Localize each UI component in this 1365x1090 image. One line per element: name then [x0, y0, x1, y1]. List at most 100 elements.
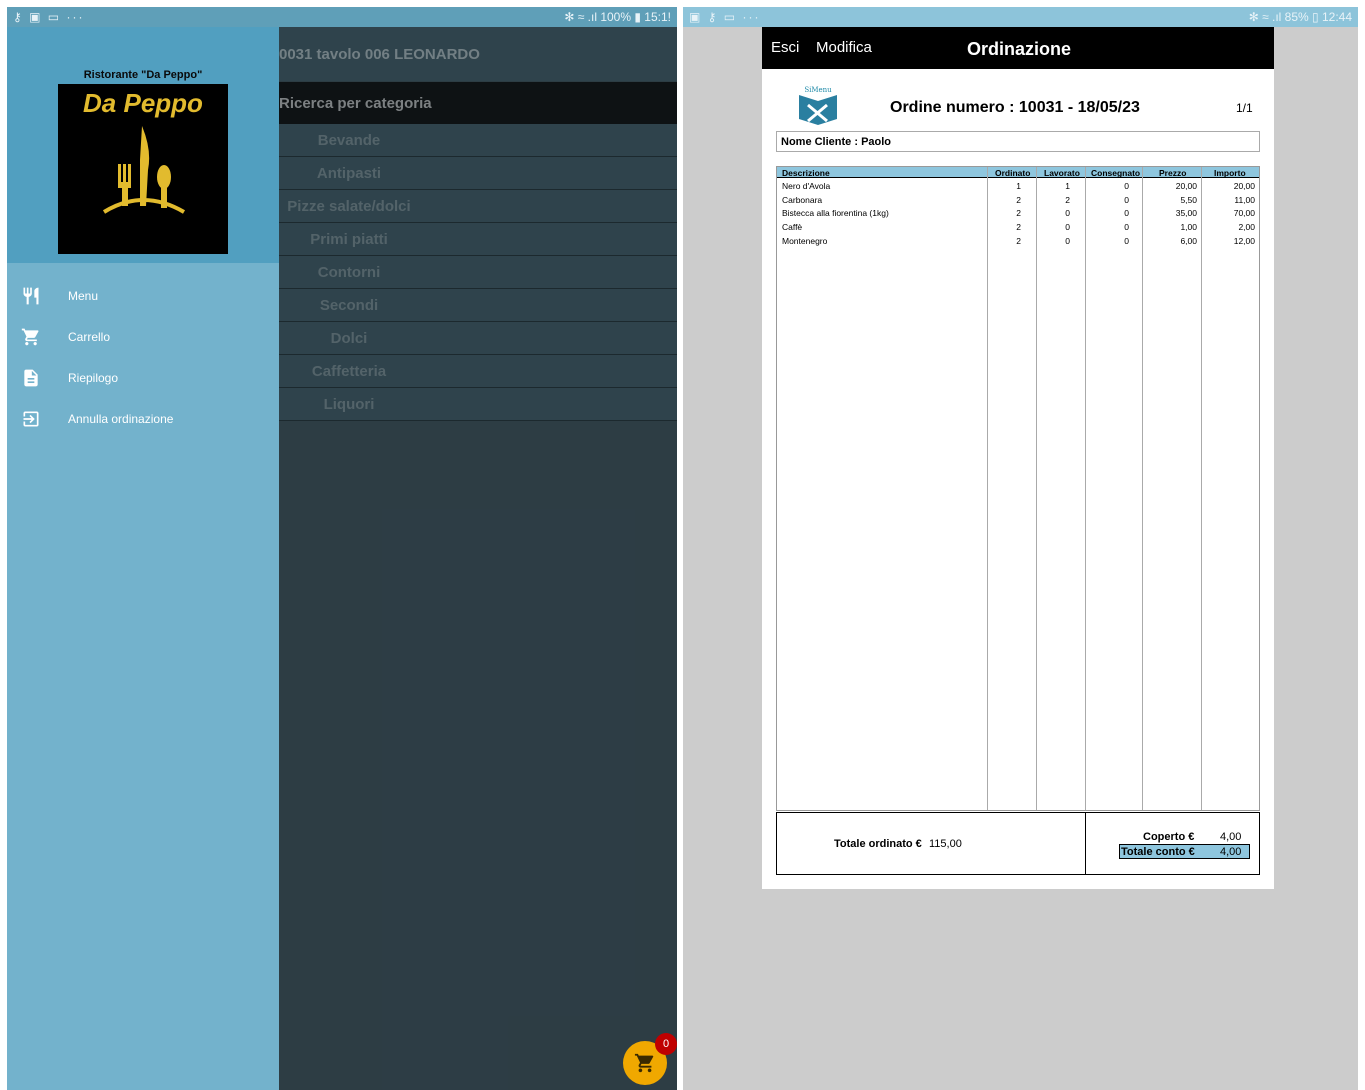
category-label: Bevande	[317, 132, 381, 149]
item-value-cell: 11,00	[1234, 194, 1255, 205]
category-item[interactable]: Liquori	[279, 388, 677, 421]
category-item[interactable]: Secondi	[279, 289, 677, 322]
nav-label: Annulla ordinazione	[68, 412, 174, 426]
column-divider	[987, 167, 988, 810]
column-header: Prezzo	[1159, 168, 1187, 178]
category-list: Bevande Antipasti Pizze salate/dolci Pri…	[279, 124, 677, 421]
category-item[interactable]: Dolci	[279, 322, 677, 355]
item-value-cell: 20,00	[1233, 181, 1255, 191]
category-label: Contorni	[317, 264, 381, 281]
nav-item-carrello[interactable]: Carrello	[7, 317, 279, 358]
order-number-title: Ordine numero : 10031 - 18/05/23	[890, 99, 1140, 116]
exit-icon	[23, 411, 39, 427]
item-value-cell: 0	[1124, 208, 1129, 219]
status-info: ✻ ≈ .ıl 85% ▯ 12:44	[1248, 10, 1352, 24]
cart-icon	[634, 1053, 654, 1073]
category-item[interactable]: Primi piatti	[279, 223, 677, 256]
navigation-drawer: Ristorante "Da Peppo" Da Peppo Menu Carr…	[7, 27, 279, 1090]
category-item[interactable]: Contorni	[279, 256, 677, 289]
page-title: Ordinazione	[967, 39, 1072, 59]
simenu-logo-text: SiMenu	[804, 86, 832, 94]
restaurant-logo: Da Peppo	[58, 84, 228, 254]
item-value-cell: 0	[1124, 194, 1129, 205]
column-header: Importo	[1214, 168, 1246, 178]
column-header: Descrizione	[782, 168, 830, 178]
total-bill-value: 4,00	[1220, 846, 1242, 858]
document-icon	[24, 369, 38, 387]
item-value-cell: 20,00	[1175, 181, 1197, 191]
item-value-cell: 0	[1124, 181, 1129, 191]
item-value-cell: 35,00	[1175, 208, 1197, 219]
customer-name: Nome Cliente : Paolo	[776, 131, 1260, 152]
item-description-cell: Caffè	[782, 222, 803, 233]
exit-button[interactable]: Esci	[771, 39, 799, 56]
category-label: Liquori	[323, 396, 375, 413]
item-value-cell: 1,00	[1180, 222, 1197, 233]
category-label: Antipasti	[316, 165, 382, 182]
category-label: Dolci	[330, 330, 368, 347]
nav-item-riepilogo[interactable]: Riepilogo	[7, 358, 279, 399]
item-value-cell: 0	[1065, 208, 1070, 219]
item-description-cell: Montenegro	[782, 235, 828, 246]
totals-divider	[1085, 813, 1086, 874]
nav-label: Carrello	[68, 330, 111, 344]
item-value-cell: 0	[1065, 235, 1070, 246]
total-bill-label: Totale conto €	[1121, 846, 1195, 858]
status-bar: ▣ ⚷ ▭ ··· ✻ ≈ .ıl 85% ▯ 12:44	[683, 7, 1358, 27]
item-value-cell: 2	[1016, 235, 1021, 246]
simenu-logo: SiMenu	[799, 86, 837, 125]
nav-item-annulla-ordinazione[interactable]: Annulla ordinazione	[7, 399, 279, 440]
column-header: Consegnato	[1091, 168, 1141, 178]
order-receipt: SiMenu Ordine numero : 10031 - 18/05/23 …	[762, 69, 1274, 889]
item-description-cell: Bistecca alla fiorentina (1kg)	[782, 208, 889, 219]
item-value-cell: 1	[1016, 181, 1021, 191]
category-label: Caffetteria	[311, 363, 387, 380]
column-divider	[1036, 167, 1037, 810]
order-toolbar: Esci Modifica Ordinazione	[762, 27, 1274, 69]
restaurant-name: Ristorante "Da Peppo"	[83, 69, 203, 81]
cover-charge-label: Coperto €	[1143, 831, 1195, 843]
category-label: Secondi	[319, 297, 379, 314]
cart-icon	[21, 328, 39, 346]
category-label: Pizze salate/dolci	[287, 198, 411, 215]
category-item[interactable]: Antipasti	[279, 157, 677, 190]
status-icons: ▣ ⚷ ▭ ···	[689, 10, 761, 24]
edit-button[interactable]: Modifica	[816, 39, 872, 56]
column-divider	[1085, 167, 1086, 810]
category-item[interactable]: Caffetteria	[279, 355, 677, 388]
item-value-cell: 12,00	[1233, 235, 1255, 246]
item-value-cell: 2	[1016, 194, 1021, 205]
category-label: Primi piatti	[310, 231, 388, 248]
category-search-header[interactable]: Ricerca per categoria	[279, 82, 677, 124]
item-value-cell: 0	[1124, 235, 1129, 246]
left-tablet-screen: ⚷ ▣ ▭ ··· ✻ ≈ .ıl 100% ▮ 15:1! 0031 tavo…	[7, 7, 677, 1090]
logo-text: Da Peppo	[83, 88, 203, 118]
status-icons: ⚷ ▣ ▭ ···	[13, 10, 85, 24]
status-bar: ⚷ ▣ ▭ ··· ✻ ≈ .ıl 100% ▮ 15:1!	[7, 7, 677, 27]
nav-label: Menu	[68, 289, 99, 303]
column-header: Ordinato	[995, 168, 1031, 178]
category-item[interactable]: Pizze salate/dolci	[279, 190, 677, 223]
total-ordered-value: 115,00	[929, 838, 962, 850]
right-tablet-screen: ▣ ⚷ ▭ ··· ✻ ≈ .ıl 85% ▯ 12:44 Esci Modif…	[683, 7, 1358, 1090]
item-value-cell: 6,00	[1180, 235, 1197, 246]
cover-charge-value: 4,00	[1220, 831, 1242, 843]
order-items-table: Descrizione Ordinato Lavorato Consegnato…	[776, 166, 1260, 811]
drawer-header: Ristorante "Da Peppo" Da Peppo	[7, 27, 279, 263]
item-value-cell: 0	[1065, 222, 1070, 233]
item-value-cell: 2	[1016, 222, 1021, 233]
item-value-cell: 2,00	[1238, 222, 1255, 233]
nav-item-menu[interactable]: Menu	[7, 276, 279, 317]
column-header: Lavorato	[1044, 168, 1080, 178]
table-title: 0031 tavolo 006 LEONARDO	[279, 27, 677, 81]
item-value-cell: 0	[1124, 222, 1129, 233]
nav-label: Riepilogo	[68, 371, 119, 385]
item-value-cell: 1	[1065, 181, 1070, 191]
cart-count-badge: 0	[655, 1033, 677, 1055]
category-item[interactable]: Bevande	[279, 124, 677, 157]
cutlery-icon	[102, 126, 186, 214]
restaurant-icon	[23, 287, 39, 305]
column-divider	[1201, 167, 1202, 810]
page-number: 1/1	[1236, 101, 1253, 115]
item-description-cell: Nero d'Avola	[782, 181, 831, 191]
